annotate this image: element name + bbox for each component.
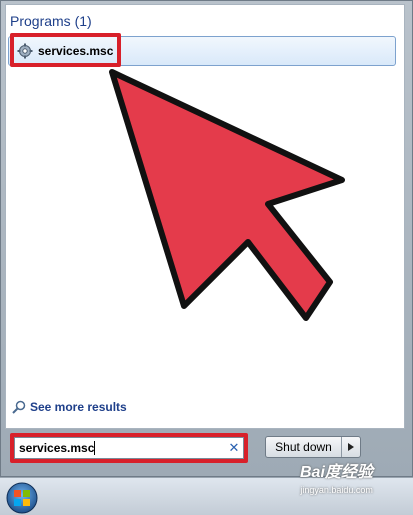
shutdown-options-button[interactable] [342,437,360,457]
start-orb-button[interactable] [2,479,42,515]
watermark-url: jingyan.baidu.com [300,485,373,495]
shutdown-button[interactable]: Shut down [266,437,342,457]
programs-section-header: Programs (1) [10,13,92,29]
shutdown-button-group: Shut down [265,436,361,458]
search-input[interactable]: services.msc ✕ [14,437,244,459]
program-result-services[interactable]: services.msc [13,37,117,65]
clear-search-icon[interactable]: ✕ [225,440,243,456]
search-input-value: services.msc [19,440,95,455]
program-result-label: services.msc [38,44,114,58]
chevron-right-icon [348,443,354,451]
see-more-results-link[interactable]: See more results [12,400,127,414]
gear-icon [17,43,33,59]
baidu-jingyan-watermark: Bai度经验 jingyan.baidu.com [300,458,373,495]
program-result-row[interactable]: services.msc [8,36,396,66]
search-icon [12,400,26,414]
search-input-text: services.msc [19,441,225,456]
see-more-results-label: See more results [30,400,127,414]
watermark-logo: Bai度经验 [300,464,373,481]
search-results-panel [5,4,405,429]
text-caret [94,441,96,456]
